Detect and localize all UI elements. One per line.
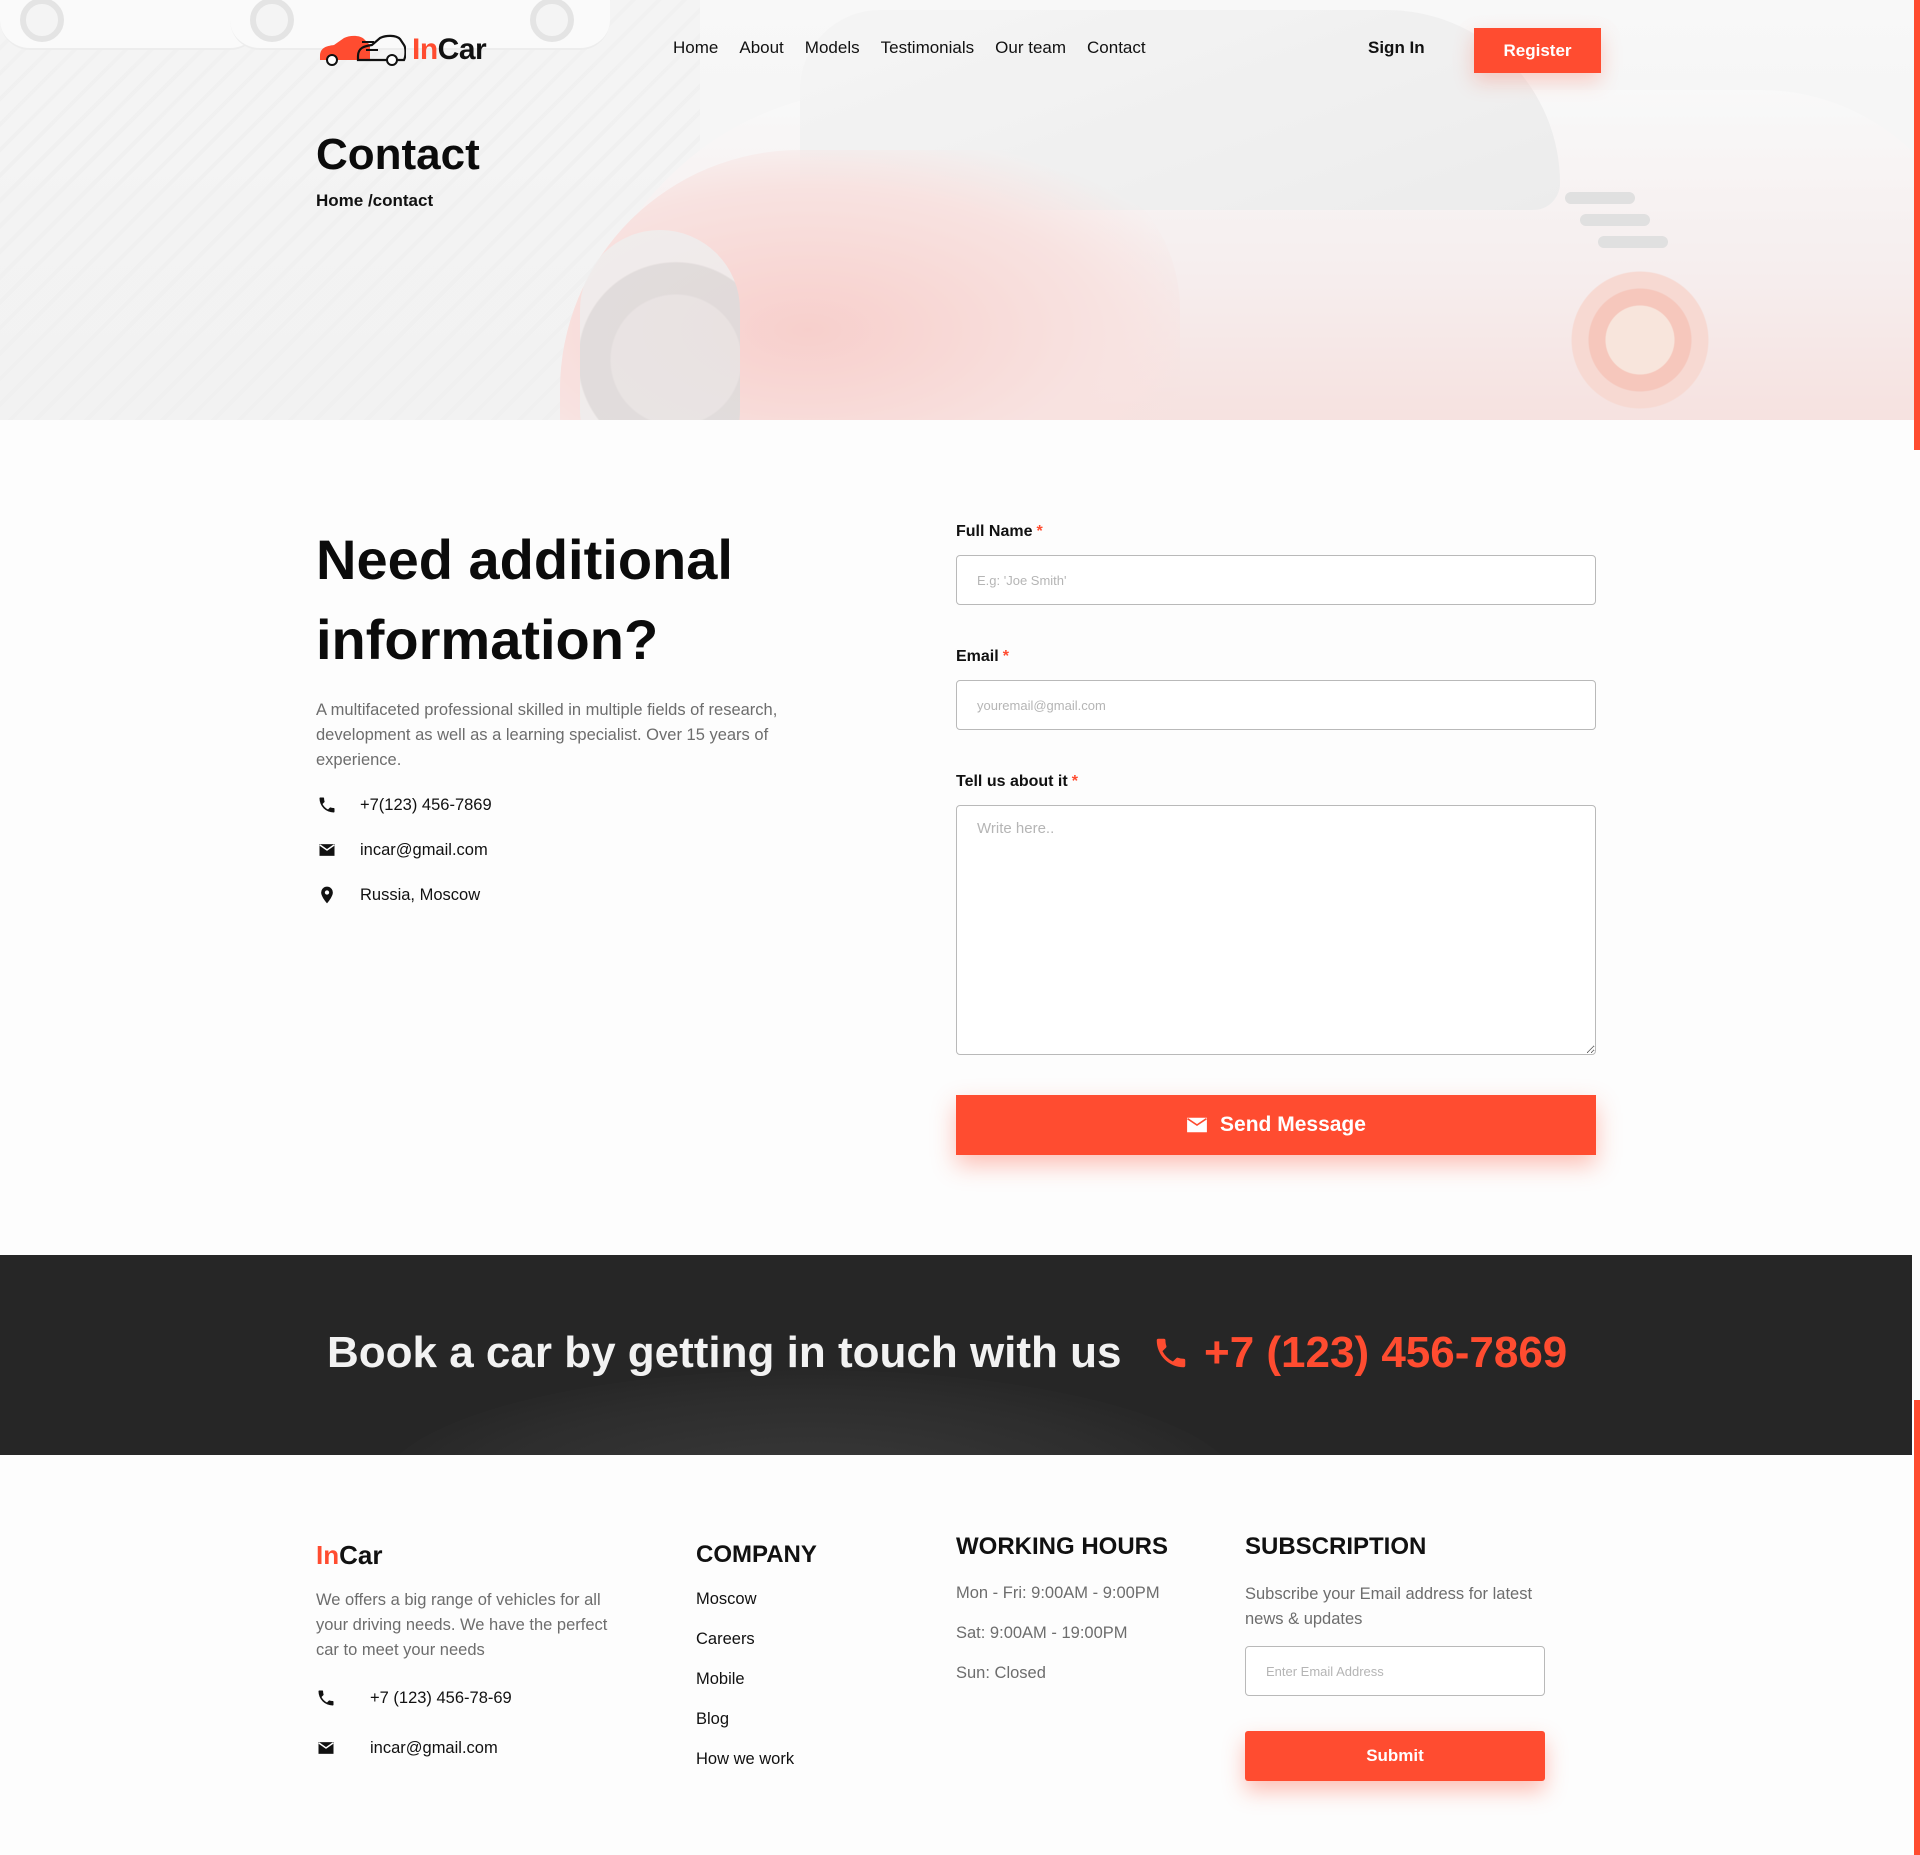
- subscription-submit-button[interactable]: Submit: [1245, 1731, 1545, 1781]
- footer-link-mobile[interactable]: Mobile: [696, 1670, 745, 1689]
- phone-icon: [316, 794, 338, 816]
- send-message-button[interactable]: Send Message: [956, 1095, 1596, 1155]
- contact-headline: Need additional information?: [316, 528, 733, 671]
- footer-subscription-title: SUBSCRIPTION: [1245, 1533, 1427, 1560]
- footer-hours-saturday: Sat: 9:00AM - 19:00PM: [956, 1624, 1128, 1642]
- mail-icon: [1186, 1116, 1208, 1134]
- nav-testimonials[interactable]: Testimonials: [881, 38, 975, 58]
- booking-banner: Book a car by getting in touch with us +…: [0, 1255, 1912, 1455]
- nav-home[interactable]: Home: [673, 38, 718, 58]
- footer-description: We offers a big range of vehicles for al…: [316, 1591, 608, 1659]
- contact-description: A multifaceted professional skilled in m…: [316, 701, 778, 769]
- phone-icon: [1152, 1334, 1190, 1372]
- banner-phone-number: +7 (123) 456-7869: [1204, 1328, 1568, 1377]
- car-logo-icon: [316, 30, 407, 70]
- mail-icon: [316, 1738, 338, 1758]
- breadcrumb[interactable]: Home /contact: [316, 191, 433, 211]
- sign-in-link[interactable]: Sign In: [1368, 38, 1425, 58]
- brand-logo[interactable]: InCar: [316, 30, 487, 70]
- mail-icon: [316, 839, 338, 861]
- banner-car-silhouette: [380, 1370, 1240, 1455]
- footer-email[interactable]: incar@gmail.com: [370, 1739, 498, 1758]
- full-name-input[interactable]: [956, 555, 1596, 605]
- footer-link-careers[interactable]: Careers: [696, 1630, 755, 1649]
- nav-our-team[interactable]: Our team: [995, 38, 1066, 58]
- footer-phone[interactable]: +7 (123) 456-78-69: [370, 1689, 512, 1708]
- main-menu: Home About Models Testimonials Our team …: [673, 38, 1167, 58]
- contact-email[interactable]: incar@gmail.com: [360, 841, 488, 860]
- nav-contact[interactable]: Contact: [1087, 38, 1146, 58]
- email-label: Email *: [956, 648, 1009, 665]
- contact-location: Russia, Moscow: [360, 885, 481, 904]
- nav-models[interactable]: Models: [805, 38, 860, 58]
- message-label: Tell us about it *: [956, 773, 1078, 790]
- contact-email-row: incar@gmail.com: [316, 839, 488, 861]
- scrollbar-track-accent: [1914, 1400, 1920, 1855]
- footer-subscription-description: Subscribe your Email address for latest …: [1245, 1585, 1533, 1628]
- footer-link-moscow[interactable]: Moscow: [696, 1590, 757, 1609]
- contact-phone-row: +7(123) 456-7869: [316, 794, 492, 816]
- location-pin-icon: [316, 884, 338, 906]
- footer-link-how-we-work[interactable]: How we work: [696, 1750, 794, 1769]
- footer-brand: InCar: [316, 1540, 383, 1570]
- footer-phone-row: +7 (123) 456-78-69: [316, 1688, 512, 1708]
- subscription-email-input[interactable]: [1245, 1646, 1545, 1696]
- register-button[interactable]: Register: [1474, 28, 1601, 73]
- brand-name: InCar: [412, 33, 487, 66]
- email-input[interactable]: [956, 680, 1596, 730]
- phone-icon: [316, 1688, 338, 1708]
- page-title: Contact: [316, 130, 480, 179]
- footer-company-title: COMPANY: [696, 1541, 817, 1568]
- banner-text: Book a car by getting in touch with us: [327, 1328, 1122, 1377]
- send-message-label: Send Message: [1220, 1113, 1366, 1136]
- footer-link-blog[interactable]: Blog: [696, 1710, 729, 1729]
- contact-location-row: Russia, Moscow: [316, 884, 480, 906]
- footer-hours-sunday: Sun: Closed: [956, 1664, 1046, 1682]
- nav-about[interactable]: About: [739, 38, 783, 58]
- full-name-label: Full Name *: [956, 523, 1043, 540]
- footer-hours-title: WORKING HOURS: [956, 1533, 1168, 1560]
- top-navbar: InCar Home About Models Testimonials Our…: [0, 0, 1920, 100]
- banner-phone[interactable]: +7 (123) 456-7869: [1152, 1328, 1567, 1378]
- message-textarea[interactable]: [956, 805, 1596, 1055]
- footer-email-row: incar@gmail.com: [316, 1738, 498, 1758]
- footer-hours-weekdays: Mon - Fri: 9:00AM - 9:00PM: [956, 1584, 1160, 1602]
- contact-phone[interactable]: +7(123) 456-7869: [360, 796, 492, 815]
